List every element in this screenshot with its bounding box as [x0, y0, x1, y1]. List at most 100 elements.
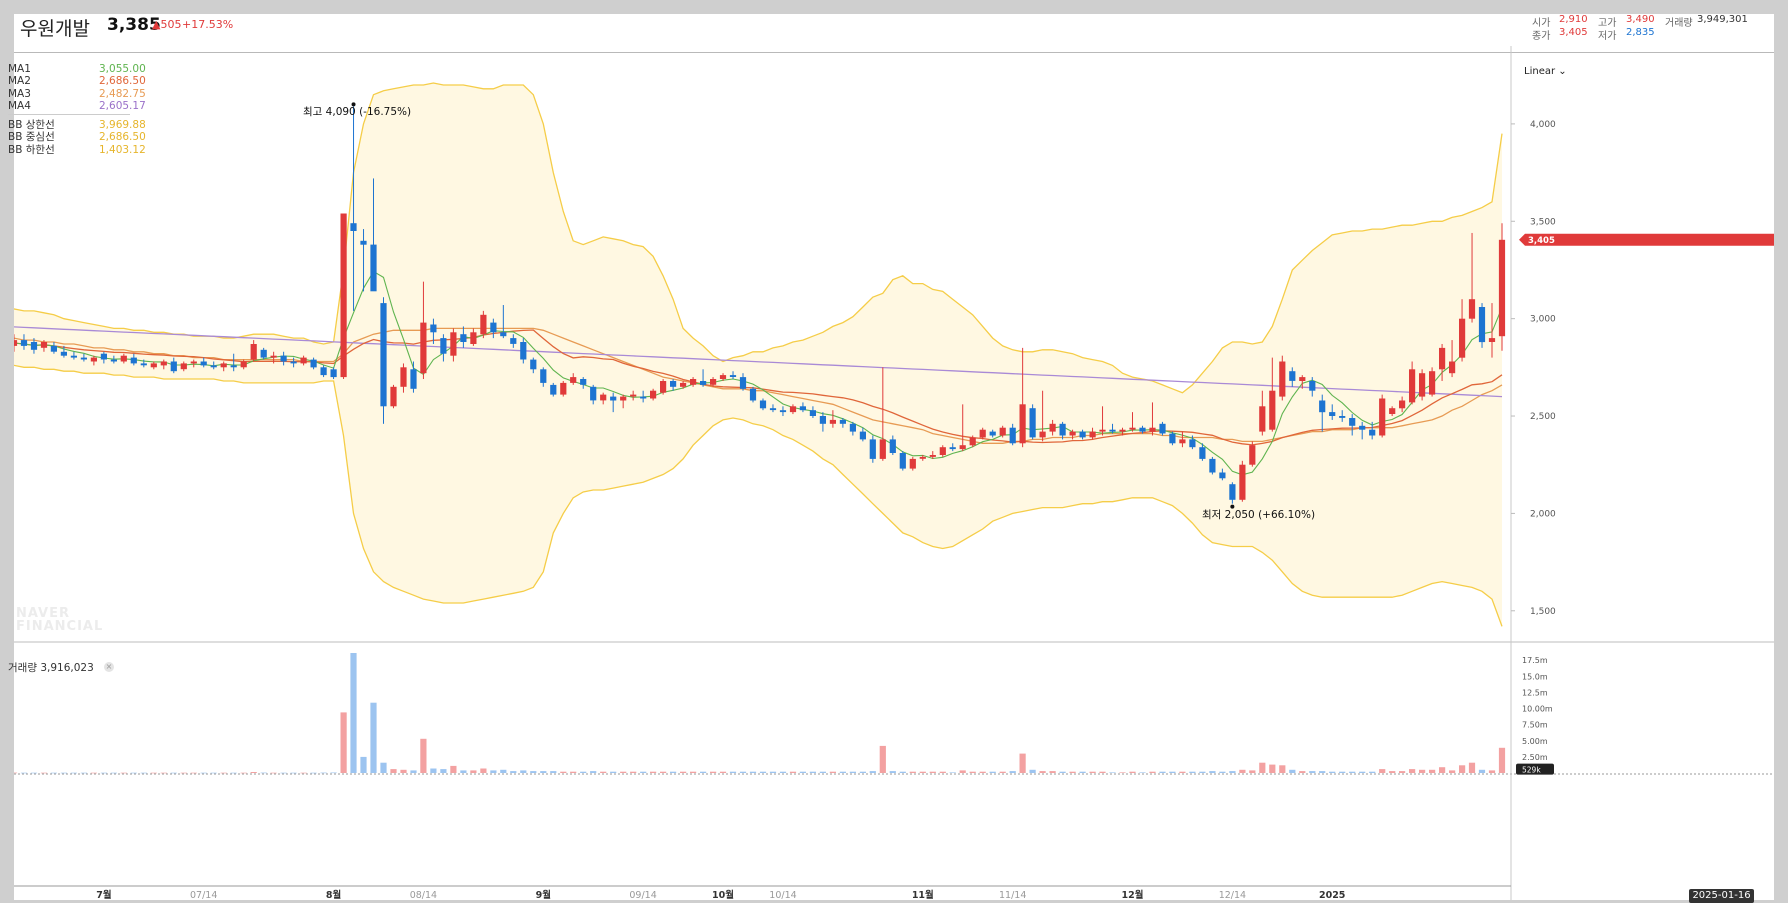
candle-body: [560, 382, 567, 395]
legend-item[interactable]: BB 상한선 3,969.88: [8, 119, 148, 131]
legend-item[interactable]: MA2 2,686.50: [8, 75, 148, 87]
candle-body: [1199, 447, 1206, 459]
price-chart[interactable]: 1,500 2,000 2,500 3,000 3,500 4,000 3,405 2.50m…: [14, 14, 1774, 900]
candle-body: [700, 381, 707, 385]
volume-bar: [1239, 769, 1246, 773]
volume-bar: [20, 772, 28, 774]
volume-bar: [899, 771, 906, 773]
price-tick-label: 3,000: [1530, 315, 1556, 325]
legend-item-value: 2,686.50: [99, 131, 146, 144]
scale-select[interactable]: Linear ⌄: [1524, 66, 1567, 77]
candle-body: [660, 381, 667, 393]
volume-bar: [1229, 771, 1236, 773]
legend-item-value: 2,482.75: [99, 87, 146, 100]
volume-bar: [1309, 771, 1316, 773]
price-tick-label: 1,500: [1530, 607, 1556, 617]
volume-bar: [630, 771, 637, 773]
legend-item[interactable]: BB 중심선 2,686.50: [8, 131, 148, 143]
close-icon[interactable]: ×: [104, 662, 114, 672]
volume-bar: [70, 772, 77, 774]
candle-body: [1229, 484, 1236, 500]
volume-bar: [1209, 771, 1216, 773]
candle-body: [869, 439, 876, 459]
volume-bar: [859, 771, 866, 773]
volume-bar: [320, 772, 327, 774]
candle-body: [929, 455, 936, 457]
legend-item[interactable]: MA3 2,482.75: [8, 88, 148, 100]
time-tick-label: 9월: [536, 889, 551, 900]
volume-bar: [1249, 770, 1256, 773]
candle-body: [30, 342, 38, 350]
legend-item[interactable]: MA4 2,605.17: [8, 100, 148, 112]
candle-body: [260, 349, 267, 358]
candle-body: [490, 322, 497, 333]
candle-body: [330, 369, 337, 378]
volume-bar: [1019, 753, 1026, 773]
volume-bar: [869, 771, 876, 773]
candle-body: [180, 363, 187, 370]
volume-tick-label: 17.5m: [1522, 656, 1548, 665]
volume-bar: [470, 770, 477, 773]
price-tick-label: 3,500: [1530, 217, 1556, 227]
candle-body: [120, 355, 127, 362]
volume-tick-label: 2.50m: [1522, 753, 1548, 762]
candle-body: [1449, 361, 1456, 374]
volume-bar: [390, 769, 397, 773]
candle-body: [1039, 431, 1046, 438]
candle-body: [889, 439, 896, 453]
candle-body: [450, 332, 457, 356]
candle-body: [250, 344, 257, 360]
candle-body: [1019, 404, 1026, 444]
volume-bar: [270, 772, 277, 774]
candle-body: [480, 314, 487, 335]
volume-bar: [600, 771, 607, 773]
price-tick-label: 4,000: [1530, 120, 1556, 130]
volume-bar: [370, 702, 377, 773]
candle-body: [729, 375, 737, 377]
volume-bar: [180, 772, 187, 774]
candle-body: [1299, 377, 1306, 381]
candle-body: [1419, 373, 1426, 397]
volume-bar: [749, 771, 757, 773]
volume-bar: [799, 771, 806, 773]
legend-item[interactable]: MA1 3,055.00: [8, 63, 148, 75]
candle-body: [1169, 433, 1176, 444]
candle-body: [540, 369, 547, 383]
candle-body: [350, 223, 357, 231]
time-tick-label: 08/14: [410, 890, 437, 900]
candle-body: [1399, 400, 1406, 409]
volume-bar: [889, 771, 896, 773]
volume-bar: [1199, 771, 1206, 773]
candle-body: [1369, 429, 1376, 436]
candle-body: [150, 363, 157, 368]
volume-bar: [14, 772, 18, 774]
volume-bar: [660, 771, 667, 773]
volume-bar: [1339, 771, 1346, 773]
legend-item-name: MA4: [8, 99, 31, 112]
candle-body: [310, 359, 317, 368]
volume-bar: [1169, 771, 1176, 773]
candle-body: [769, 408, 777, 411]
volume-bar: [640, 771, 647, 773]
volume-bar: [100, 772, 107, 774]
candle-body: [230, 365, 237, 368]
volume-bar: [1259, 762, 1266, 773]
volume-bar: [590, 771, 597, 773]
volume-bar: [480, 768, 487, 773]
candle-body: [1379, 398, 1386, 436]
volume-bar: [1478, 769, 1486, 773]
candle-body: [1089, 431, 1096, 438]
legend-item[interactable]: BB 하한선 1,403.12: [8, 144, 148, 156]
candle-body: [200, 361, 207, 366]
volume-bar: [280, 772, 287, 774]
candle-body: [879, 439, 886, 459]
legend-item-value: 2,605.17: [99, 99, 146, 112]
time-tick-label: 09/14: [629, 890, 656, 900]
candle-body: [440, 338, 447, 354]
candle-body: [100, 353, 107, 360]
volume-bar: [1498, 747, 1506, 773]
candle-body: [739, 377, 747, 389]
volume-bar: [650, 771, 657, 773]
candle-body: [1289, 371, 1296, 381]
volume-bar: [1349, 771, 1356, 773]
